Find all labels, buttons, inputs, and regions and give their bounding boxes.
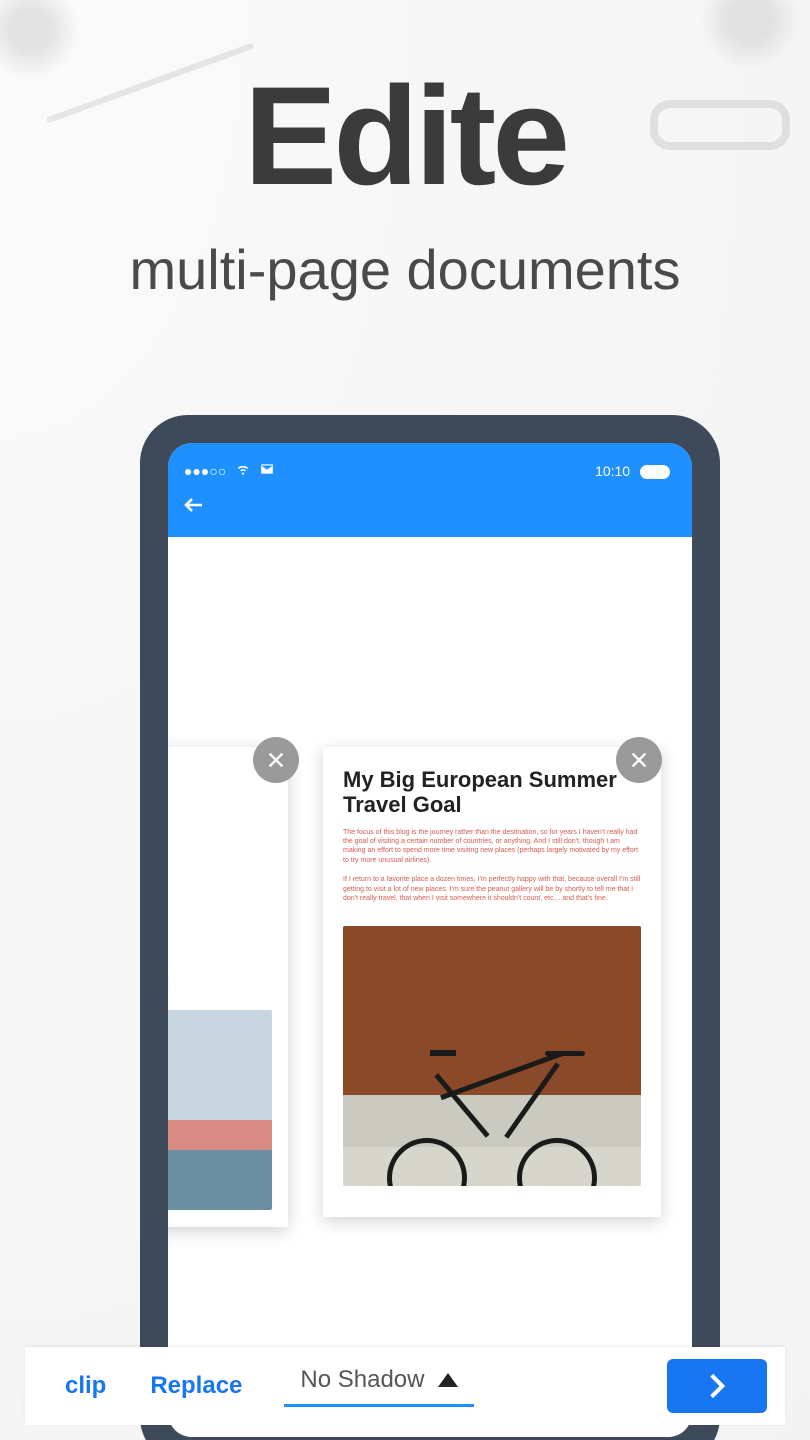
phone-screen: ●●●○○ 10:10	[168, 443, 692, 1437]
page-main-title: My Big European Summer Travel Goal	[343, 767, 641, 818]
page-main-paragraph-1: The focus of this blog is the journey ra…	[343, 828, 641, 866]
bottom-toolbar: clip Replace No Shadow	[25, 1347, 785, 1425]
phone-frame: ●●●○○ 10:10	[140, 415, 720, 1440]
headline: Edite multi-page documents	[0, 55, 810, 302]
page-main-photo	[343, 926, 641, 1186]
page-main-paragraph-2: If I return to a favorite place a dozen …	[343, 875, 641, 903]
mail-icon	[260, 463, 274, 479]
app-bar	[168, 479, 692, 537]
next-button[interactable]	[667, 1359, 767, 1413]
wifi-icon	[236, 463, 254, 479]
status-time: 10:10	[595, 463, 630, 479]
page-thumbnail-left[interactable]: el pean vel Goal	[168, 747, 288, 1227]
shadow-select[interactable]: No Shadow	[284, 1366, 474, 1407]
headline-title: Edite	[0, 55, 810, 217]
replace-button[interactable]: Replace	[128, 1372, 264, 1400]
page-left-subtitle-fragment: pean vel Goal	[168, 948, 272, 996]
dropdown-up-icon	[438, 1373, 458, 1387]
close-page-left-button[interactable]	[253, 737, 299, 783]
status-left: ●●●○○	[184, 462, 280, 479]
page-left-image	[168, 1010, 272, 1210]
status-right: 10:10	[595, 463, 676, 479]
clip-button[interactable]: clip	[43, 1372, 128, 1400]
battery-icon	[640, 465, 670, 479]
document-area[interactable]: el pean vel Goal My Big European Summer …	[168, 537, 692, 1437]
status-bar: ●●●○○ 10:10	[168, 443, 692, 479]
close-page-main-button[interactable]	[616, 737, 662, 783]
shadow-select-label: No Shadow	[300, 1366, 424, 1394]
headline-subtitle: multi-page documents	[0, 237, 810, 302]
page-thumbnail-main[interactable]: My Big European Summer Travel Goal The f…	[323, 747, 661, 1217]
back-arrow-icon[interactable]	[182, 493, 206, 524]
signal-icon: ●●●○○	[184, 463, 226, 479]
